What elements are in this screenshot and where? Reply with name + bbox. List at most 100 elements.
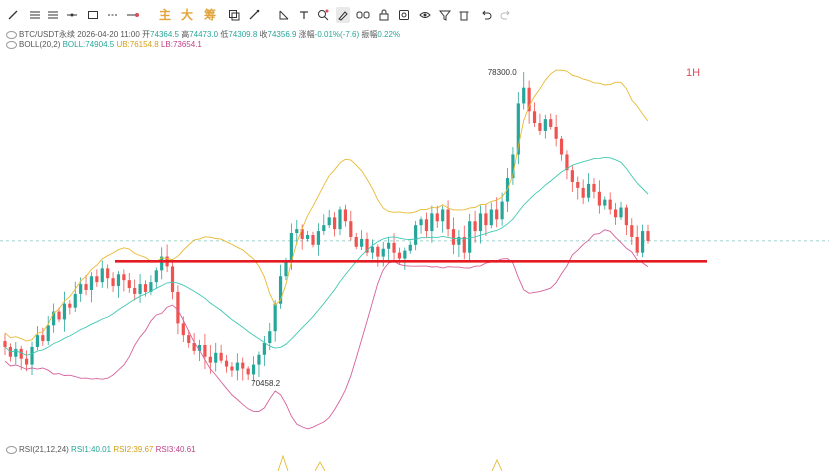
candle-body <box>41 335 45 342</box>
trash-icon[interactable] <box>457 7 471 23</box>
high-label: 高 <box>181 30 190 39</box>
candle-body <box>133 288 137 294</box>
candlestick-chart[interactable]: 78300.0 70458.2 1H <box>0 0 829 471</box>
candle-body <box>397 252 402 259</box>
eye-icon[interactable] <box>6 40 17 49</box>
boll-mid-value: BOLL:74904.5 <box>62 40 115 49</box>
price-range-icon[interactable] <box>126 7 140 23</box>
candle-body <box>35 335 40 347</box>
low-annotation: 70458.2 <box>251 379 280 388</box>
candle-body <box>430 213 434 232</box>
eye-icon[interactable] <box>6 445 17 454</box>
text-icon[interactable] <box>297 7 311 23</box>
candle-body <box>241 362 245 369</box>
candle-body <box>392 242 396 253</box>
measure-icon[interactable] <box>277 7 291 23</box>
trendline-icon[interactable] <box>6 7 20 23</box>
candle-body <box>619 207 623 218</box>
redo-icon[interactable] <box>499 7 513 23</box>
link-icon[interactable] <box>356 7 370 23</box>
parallel-lines-icon[interactable] <box>28 7 42 23</box>
main-indicator-tab[interactable]: 主 <box>158 7 172 23</box>
candle-body <box>73 293 77 308</box>
rectangle-icon[interactable] <box>86 7 100 23</box>
candle-body <box>538 123 542 131</box>
eye-icon[interactable] <box>6 30 17 39</box>
candle-body <box>473 221 477 232</box>
candle-body <box>327 217 331 226</box>
rsi-info-row: RSI(21,12,24) RSI1:40.01 RSI2:39.67 RSI3… <box>6 445 196 454</box>
brush-icon[interactable] <box>247 7 261 23</box>
candle-body <box>235 362 239 371</box>
filter-icon[interactable] <box>438 7 452 23</box>
candle-body <box>62 303 67 320</box>
candle-body <box>219 352 223 361</box>
candle-body <box>111 278 115 287</box>
candle-body <box>468 221 472 253</box>
candle-body <box>414 225 418 245</box>
candle-body <box>14 348 18 357</box>
amp-label: 振幅 <box>361 30 378 39</box>
candle-body <box>338 209 342 230</box>
undo-icon[interactable] <box>479 7 493 23</box>
rsi2-value: RSI2:39.67 <box>113 445 154 454</box>
boll-info-row: BOLL(20,2) BOLL:74904.5 UB:76154.8 LB:73… <box>6 40 202 49</box>
candle-body <box>273 303 277 332</box>
candle-body <box>478 213 483 232</box>
candles-group <box>3 72 650 382</box>
rsi-pane-peek <box>277 454 503 471</box>
candle-body <box>381 248 385 257</box>
toolbar: 主 大 筹 <box>0 0 829 30</box>
candle-body <box>311 234 315 245</box>
rsi-line-segment <box>314 461 326 471</box>
candle-body <box>230 366 234 371</box>
open-value: 74364.5 <box>150 30 179 39</box>
candle-body <box>57 311 61 320</box>
candle-body <box>489 209 493 226</box>
candle-body <box>624 207 628 226</box>
candle-body <box>360 238 364 247</box>
close-value: 74356.9 <box>267 30 297 39</box>
amp-value: 0.22% <box>377 30 401 39</box>
chip-indicator-tab[interactable]: 筹 <box>203 7 217 23</box>
candle-body <box>289 233 293 261</box>
datetime: 2026-04-20 11:00 <box>77 30 140 39</box>
candle-body <box>116 274 121 287</box>
timeframe-label: 1H <box>686 67 700 79</box>
candle-body <box>640 231 645 253</box>
candle-body <box>89 276 94 290</box>
big-indicator-tab[interactable]: 大 <box>180 7 194 23</box>
candle-body <box>262 343 266 355</box>
ticker-info-row: BTC/USDT永续 2026-04-20 11:00 开74364.5 高74… <box>6 29 400 40</box>
rsi3-value: RSI3:40.61 <box>155 445 196 454</box>
candle-body <box>246 368 250 375</box>
candle-body <box>408 244 412 251</box>
candle-body <box>495 209 499 220</box>
candle-body <box>581 187 585 198</box>
candle-body <box>630 225 634 237</box>
channel-lines-icon[interactable] <box>46 7 60 23</box>
candle-body <box>100 268 104 283</box>
candle-body <box>451 229 456 245</box>
rsi1-value: RSI1:40.01 <box>71 445 112 454</box>
copy-icon[interactable] <box>227 7 241 23</box>
zoom-icon[interactable] <box>316 7 330 23</box>
candle-body <box>208 356 212 363</box>
visibility-icon[interactable] <box>418 7 432 23</box>
candle-body <box>187 335 191 344</box>
candle-body <box>370 246 375 253</box>
candle-body <box>46 325 50 342</box>
candle-body <box>532 111 537 124</box>
rsi-line-segment <box>491 458 503 471</box>
candle-body <box>181 323 185 336</box>
dotted-line-icon[interactable] <box>106 7 120 23</box>
lock-icon[interactable] <box>377 7 391 23</box>
boll-label: BOLL(20,2) <box>19 40 61 49</box>
candle-body <box>354 236 358 247</box>
candle-body <box>316 231 320 245</box>
candle-body <box>127 280 131 289</box>
candle-body <box>224 360 229 367</box>
magnet-icon[interactable] <box>336 7 350 23</box>
settings-box-icon[interactable] <box>397 7 411 23</box>
horizontal-line-icon[interactable] <box>65 7 79 23</box>
